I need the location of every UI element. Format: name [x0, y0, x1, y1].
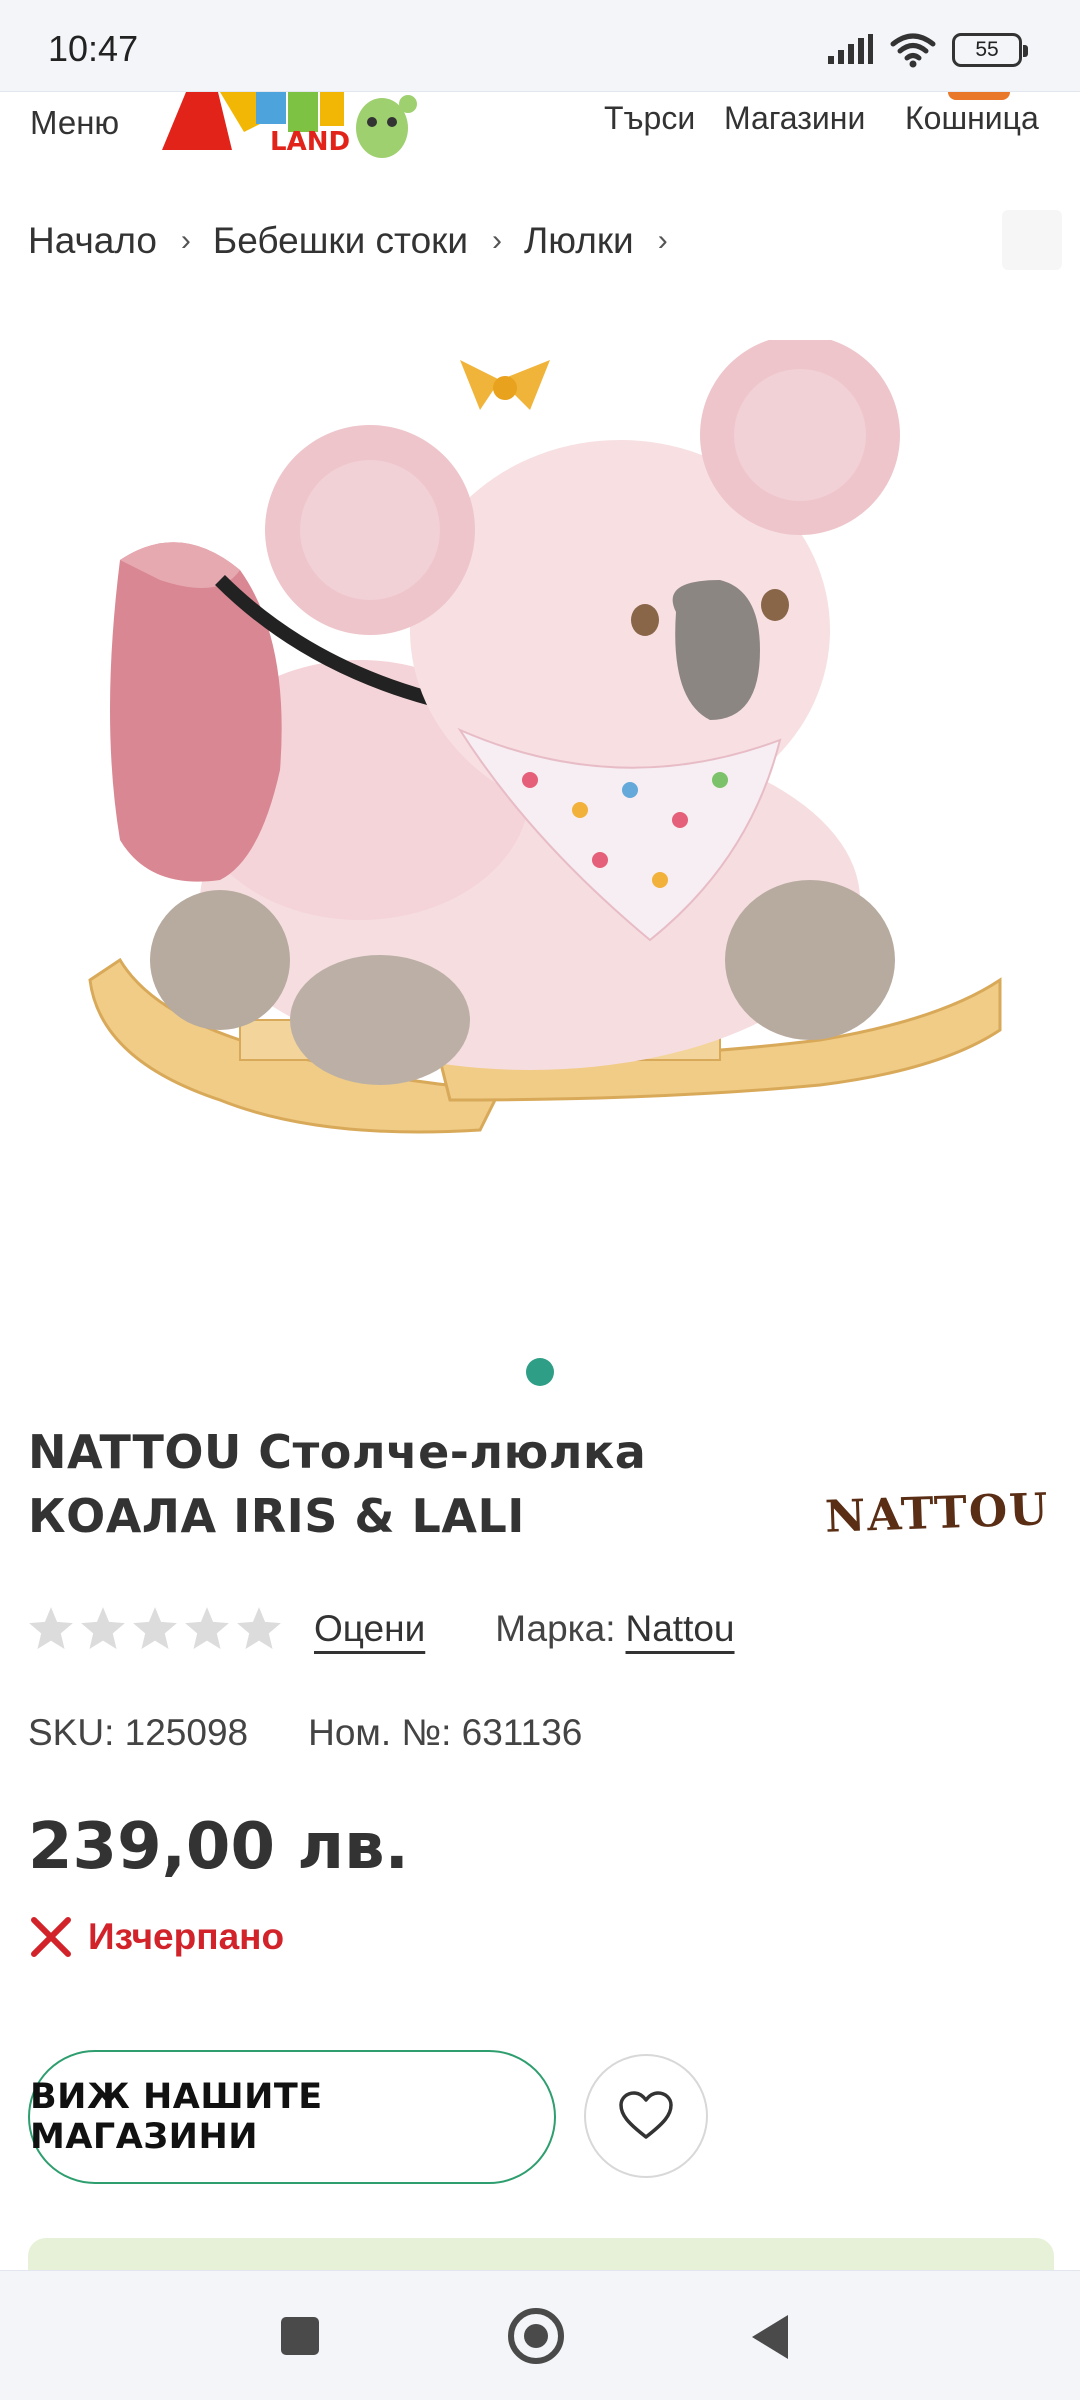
heart-icon — [619, 2091, 673, 2139]
battery-level: 55 — [975, 38, 999, 61]
price: 239,00 лв. — [28, 1810, 409, 1884]
sku-row: SKU: 125098 Ном. №: 631136 — [28, 1712, 582, 1754]
sku-value: SKU: 125098 — [28, 1712, 249, 1753]
brand-label: Марка: — [495, 1608, 616, 1649]
status-time: 10:47 — [48, 28, 139, 69]
stock-status-label: Изчерпано — [88, 1916, 285, 1957]
breadcrumb-separator-icon: › — [492, 224, 503, 257]
star-icon — [133, 1607, 177, 1649]
rating-row: Оцени Марка: Nattou — [26, 1604, 735, 1654]
brand-link[interactable]: Nattou — [626, 1608, 735, 1650]
rate-link[interactable]: Оцени — [314, 1608, 425, 1650]
status-bar: 10:47 55 — [0, 0, 1080, 92]
cart-badge — [948, 92, 1010, 100]
menu-button[interactable]: Меню — [30, 104, 119, 142]
star-icon — [237, 1607, 281, 1649]
status-icons: 55 — [826, 30, 1028, 70]
star-icon — [29, 1607, 73, 1649]
svg-text:LAND: LAND — [270, 127, 350, 157]
breadcrumb-item-home[interactable]: Начало — [28, 220, 157, 262]
product-title: NATTOU Столче-люлка КОАЛА IRIS & LALI — [28, 1425, 647, 1543]
breadcrumb-item-baby[interactable]: Бебешки стоки — [213, 220, 468, 262]
brand-logo[interactable]: NATTOU — [825, 1484, 1051, 1543]
star-icon — [81, 1607, 125, 1649]
back-icon[interactable] — [752, 2315, 788, 2359]
wishlist-button[interactable] — [584, 2054, 708, 2178]
breadcrumb-separator-icon: › — [657, 224, 668, 257]
cart-link[interactable]: Кошница — [905, 100, 1039, 137]
breadcrumb: Начало › Бебешки стоки › Люлки › — [28, 220, 690, 262]
gallery-dot-active[interactable] — [526, 1358, 554, 1386]
share-placeholder — [1002, 210, 1062, 270]
home-icon[interactable] — [508, 2308, 564, 2364]
recent-apps-icon[interactable] — [281, 2317, 319, 2355]
product-image[interactable] — [60, 335, 1020, 1220]
site-logo[interactable]: LAND — [160, 92, 480, 162]
system-nav-bar — [0, 2270, 1080, 2400]
star-icon — [185, 1607, 229, 1649]
rating-stars[interactable] — [26, 1604, 284, 1654]
wifi-icon — [890, 33, 936, 68]
site-header: Меню LAND Търси Магазини Кошница — [0, 92, 1080, 180]
stock-status: Изчерпано — [28, 1914, 284, 1960]
model-number: Ном. №: 631136 — [308, 1712, 583, 1753]
battery-icon: 55 — [952, 33, 1028, 67]
stores-link[interactable]: Магазини — [724, 100, 865, 137]
view-stores-button[interactable]: ВИЖ НАШИТЕ МАГАЗИНИ — [28, 2050, 556, 2184]
breadcrumb-item-rockers[interactable]: Люлки — [524, 220, 634, 262]
search-link[interactable]: Търси — [604, 100, 695, 137]
close-icon — [31, 1917, 71, 1957]
signal-icon — [828, 34, 873, 64]
breadcrumb-separator-icon: › — [180, 224, 191, 257]
